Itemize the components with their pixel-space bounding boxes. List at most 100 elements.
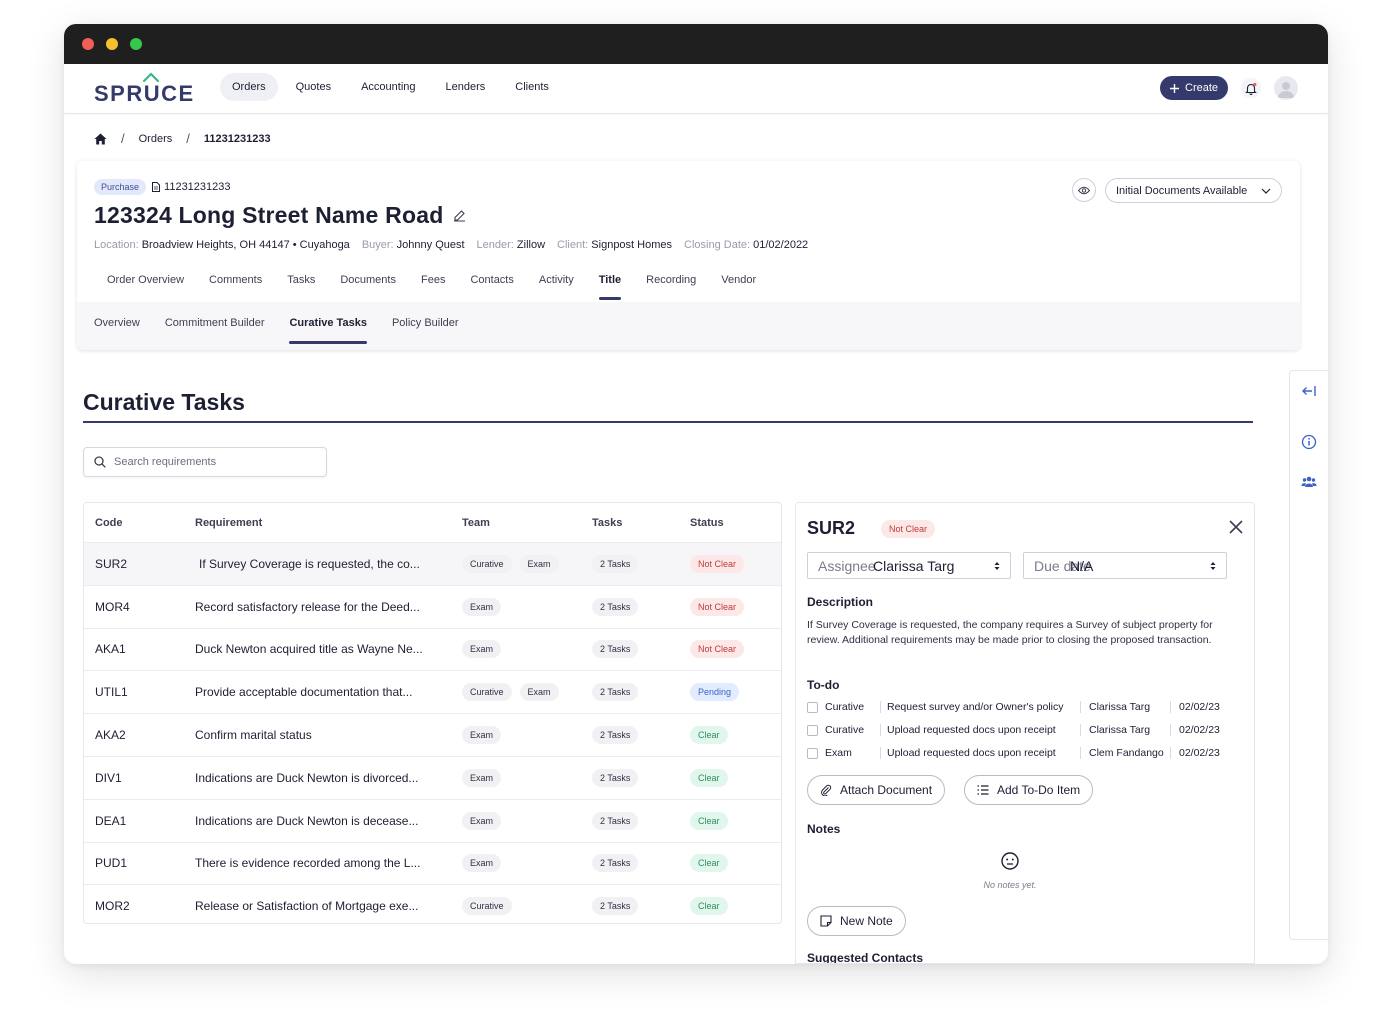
watch-button[interactable] — [1072, 178, 1096, 202]
row-code: DEA1 — [95, 813, 127, 828]
tab-contacts[interactable]: Contacts — [470, 274, 513, 300]
collapse-arrow-icon[interactable] — [1301, 383, 1317, 399]
meta-value: Johnny Quest — [396, 239, 465, 251]
tab-tasks[interactable]: Tasks — [287, 274, 315, 300]
info-icon[interactable] — [1301, 434, 1317, 450]
search-box[interactable] — [83, 447, 327, 477]
table-row[interactable]: MOR2 Release or Satisfaction of Mortgage … — [84, 884, 781, 923]
assignee-value: Clarissa Targ — [873, 557, 955, 574]
plus-icon — [1170, 83, 1179, 93]
row-requirement: There is evidence recorded among the L..… — [195, 856, 421, 871]
create-button[interactable]: Create — [1160, 76, 1229, 100]
table-row[interactable]: DEA1 Indications are Duck Newton is decea… — [84, 798, 781, 842]
table-row[interactable]: DIV1 Indications are Duck Newton is divor… — [84, 755, 781, 799]
column-header-team[interactable]: Team — [462, 517, 490, 529]
maximize-window-dot[interactable] — [130, 38, 142, 50]
row-code: AKA1 — [95, 642, 126, 657]
table-row[interactable]: PUD1 There is evidence recorded among the… — [84, 841, 781, 885]
column-header-status[interactable]: Status — [690, 517, 724, 529]
title-subtabs-bar: Overview Commitment Builder Curative Tasks… — [77, 302, 1300, 350]
todo-task: Upload requested docs upon receipt — [880, 747, 1080, 759]
subtab-commitment-builder[interactable]: Commitment Builder — [165, 317, 265, 344]
tab-documents[interactable]: Documents — [340, 274, 396, 300]
nav-accounting[interactable]: Accounting — [349, 73, 427, 101]
attach-document-button[interactable]: Attach Document — [807, 775, 946, 805]
row-code: SUR2 — [95, 556, 128, 571]
subtab-policy-builder[interactable]: Policy Builder — [392, 317, 459, 344]
eye-icon — [1078, 186, 1090, 194]
create-button-label: Create — [1185, 82, 1219, 94]
column-header-requirement[interactable]: Requirement — [195, 517, 445, 529]
tab-order-overview[interactable]: Order Overview — [107, 274, 184, 300]
nav-lenders[interactable]: Lenders — [434, 73, 498, 101]
table-row[interactable]: UTIL1 Provide acceptable documentation th… — [84, 670, 781, 713]
table-row[interactable]: SUR2 If Survey Coverage is requested, the… — [84, 542, 781, 585]
todo-checkbox[interactable] — [807, 747, 818, 759]
assignee-placeholder: Assignee — [818, 557, 876, 574]
tab-activity[interactable]: Activity — [539, 274, 574, 300]
column-header-code[interactable]: Code — [95, 517, 123, 529]
tab-comments[interactable]: Comments — [209, 274, 262, 300]
todo-assignee: Clarissa Targ — [1080, 701, 1170, 713]
row-status: Not Clear — [690, 597, 745, 616]
row-team: Exam — [462, 854, 502, 873]
todo-checkbox[interactable] — [807, 724, 818, 736]
assignee-select[interactable]: Assignee Clarissa Targ — [807, 552, 1011, 579]
status-badge: Clear — [690, 811, 728, 830]
new-note-button[interactable]: New Note — [807, 906, 906, 936]
tab-vendor[interactable]: Vendor — [721, 274, 756, 300]
attach-document-label: Attach Document — [840, 783, 933, 797]
row-tasks: 2 Tasks — [592, 768, 639, 787]
team-chip: Exam — [462, 768, 502, 787]
table-row[interactable]: AKA1 Duck Newton acquired title as Wayne … — [84, 627, 781, 671]
nav-clients[interactable]: Clients — [503, 73, 561, 101]
team-chip: Exam — [462, 726, 502, 745]
meta-label: Location: — [94, 239, 139, 251]
user-avatar[interactable] — [1274, 76, 1298, 100]
row-requirement: Provide acceptable documentation that... — [195, 685, 413, 700]
column-header-tasks[interactable]: Tasks — [592, 517, 622, 529]
section-title: Curative Tasks — [83, 389, 245, 415]
row-tasks: 2 Tasks — [592, 554, 639, 573]
row-team: Exam — [462, 726, 502, 745]
todo-team: Curative — [825, 701, 865, 713]
close-icon[interactable] — [1228, 519, 1244, 535]
order-status-select[interactable]: Initial Documents Available — [1105, 178, 1282, 203]
row-status: Clear — [690, 854, 728, 873]
meta-closing-date: Closing Date: 01/02/2022 — [684, 239, 808, 251]
nav-quotes[interactable]: Quotes — [284, 73, 343, 101]
due-date-select[interactable]: Due date N/A — [1023, 552, 1227, 579]
row-team: Exam — [462, 597, 502, 616]
edit-icon[interactable] — [453, 209, 466, 222]
home-icon[interactable] — [94, 133, 107, 145]
todo-item: Curative Upload requested docs upon recei… — [807, 721, 1220, 739]
tab-recording[interactable]: Recording — [646, 274, 696, 300]
nav-orders[interactable]: Orders — [220, 73, 278, 101]
breadcrumb-orders-link[interactable]: Orders — [139, 133, 173, 145]
tab-title[interactable]: Title — [598, 274, 622, 300]
neutral-face-icon — [1001, 852, 1019, 870]
search-input[interactable] — [114, 456, 304, 468]
close-window-dot[interactable] — [82, 38, 94, 50]
add-todo-button[interactable]: Add To-Do Item — [964, 775, 1094, 805]
tab-fees[interactable]: Fees — [421, 274, 445, 300]
table-row[interactable]: MOR4 Record satisfactory release for the … — [84, 584, 781, 628]
row-code: AKA2 — [95, 728, 126, 743]
subtab-curative-tasks[interactable]: Curative Tasks — [289, 317, 368, 344]
todo-assignee: Clarissa Targ — [1080, 724, 1170, 736]
table-row[interactable]: AKA2 Confirm marital status Exam 2 Tasks Cle… — [84, 713, 781, 756]
minimize-window-dot[interactable] — [106, 38, 118, 50]
paperclip-icon — [821, 784, 832, 796]
notes-label: Notes — [807, 822, 841, 836]
subtab-overview[interactable]: Overview — [94, 317, 140, 344]
row-code: UTIL1 — [95, 685, 128, 700]
todo-checkbox[interactable] — [807, 701, 818, 713]
team-chip: Exam — [462, 854, 502, 873]
status-badge: Clear — [690, 897, 728, 916]
order-status-value: Initial Documents Available — [1116, 184, 1248, 197]
people-icon[interactable] — [1301, 474, 1317, 490]
table-body: SUR2 If Survey Coverage is requested, the… — [84, 542, 781, 923]
notifications-button[interactable] — [1241, 78, 1261, 98]
suggested-contacts-label: Suggested Contacts — [807, 951, 924, 964]
select-arrows-icon — [994, 561, 1000, 570]
